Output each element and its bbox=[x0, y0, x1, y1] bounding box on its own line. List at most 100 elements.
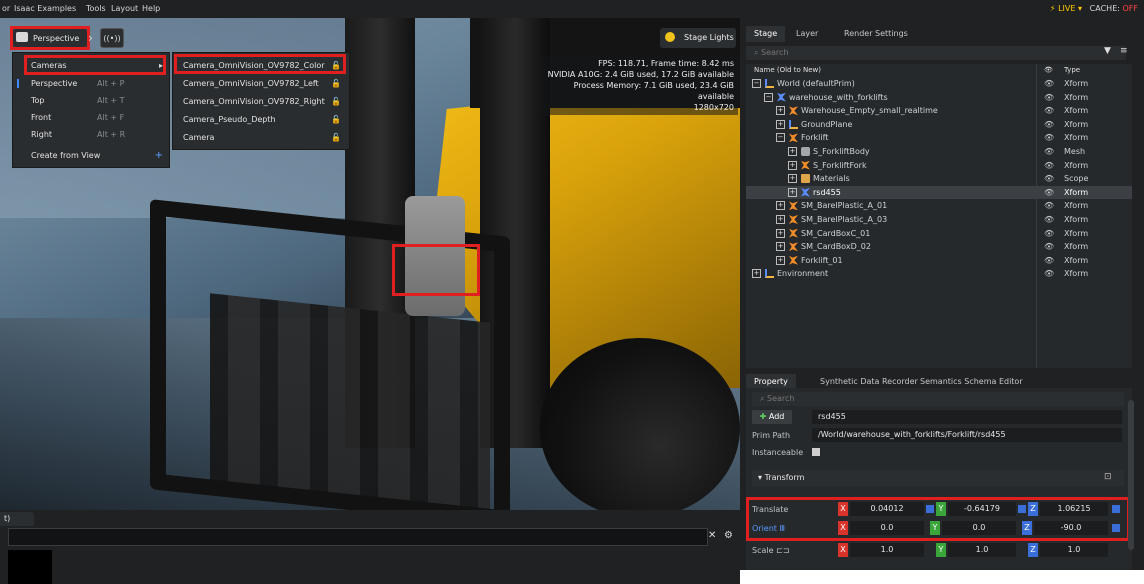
tree-row[interactable]: + Forklift_01 👁 Xform bbox=[746, 254, 1132, 267]
eye-icon[interactable]: 👁 bbox=[1044, 186, 1054, 199]
menu-item-right[interactable]: Right Alt + R bbox=[13, 126, 169, 143]
cache-indicator[interactable]: CACHE: OFF bbox=[1090, 3, 1138, 15]
console-input[interactable] bbox=[8, 528, 708, 546]
tab-stage[interactable]: Stage bbox=[746, 26, 786, 42]
tree-row-name: + GroundPlane bbox=[776, 118, 852, 131]
expand-icon[interactable]: + bbox=[788, 187, 797, 197]
instanceable-checkbox[interactable] bbox=[812, 448, 820, 456]
eye-icon[interactable]: 👁 bbox=[1044, 254, 1054, 267]
transform-label: Transform bbox=[764, 473, 805, 482]
eye-icon[interactable]: 👁 bbox=[1044, 159, 1054, 172]
property-search-input[interactable]: ⌕ Search bbox=[752, 392, 1124, 406]
expand-icon[interactable]: + bbox=[776, 255, 785, 265]
scale-x-field[interactable]: 1.0 bbox=[850, 543, 924, 557]
column-header-type[interactable]: Type bbox=[1064, 66, 1080, 74]
menu-item-top[interactable]: Top Alt + T bbox=[13, 92, 169, 109]
tree-row-label: SM_BarelPlastic_A_03 bbox=[801, 215, 888, 224]
property-scrollbar[interactable] bbox=[1128, 400, 1134, 550]
tree-row[interactable]: + rsd455 👁 Xform bbox=[746, 185, 1132, 199]
add-button[interactable]: ✚ Add bbox=[752, 410, 792, 424]
tree-row[interactable]: + S_ForkliftBody 👁 Mesh bbox=[746, 145, 1132, 158]
expand-icon[interactable]: + bbox=[788, 147, 797, 156]
tree-row[interactable]: + SM_CardBoxD_02 👁 Xform bbox=[746, 240, 1132, 253]
tab-render-settings[interactable]: Render Settings bbox=[836, 26, 916, 42]
eye-icon[interactable]: 👁 bbox=[1044, 227, 1054, 240]
tree-row[interactable]: + GroundPlane 👁 Xform bbox=[746, 118, 1132, 131]
filter-icon[interactable]: ▼ bbox=[1104, 46, 1111, 56]
transform-menu-icon[interactable]: ⊡ bbox=[1104, 472, 1112, 482]
xform-icon bbox=[789, 106, 798, 116]
eye-icon[interactable]: 👁 bbox=[1044, 91, 1054, 104]
scale-z-field[interactable]: 1.0 bbox=[1040, 543, 1108, 557]
tree-row[interactable]: − Forklift 👁 Xform bbox=[746, 131, 1132, 144]
menu-item-create-from-view[interactable]: Create from View + bbox=[13, 147, 169, 164]
expand-icon[interactable]: + bbox=[788, 160, 797, 170]
screen-margin bbox=[740, 570, 1144, 584]
submenu-item-right[interactable]: Camera_OmniVision_OV9782_Right 🔓 bbox=[173, 93, 349, 110]
prim-path-field[interactable]: /World/warehouse_with_forklifts/Forklift… bbox=[812, 428, 1122, 442]
eye-icon[interactable]: 👁 bbox=[1044, 213, 1054, 226]
eye-icon[interactable]: 👁 bbox=[1044, 145, 1054, 158]
hamburger-icon[interactable]: ≡ bbox=[1120, 46, 1128, 56]
eye-icon[interactable]: 👁 bbox=[1044, 199, 1054, 212]
transform-header[interactable]: ▾ Transform bbox=[752, 470, 1124, 486]
expand-icon[interactable]: + bbox=[776, 242, 785, 252]
menu-item-tools[interactable]: Tools bbox=[86, 4, 106, 13]
tree-row[interactable]: − warehouse_with_forklifts 👁 Xform bbox=[746, 91, 1132, 104]
submenu-item-pseudo-depth[interactable]: Camera_Pseudo_Depth 🔓 bbox=[173, 111, 349, 128]
tree-row[interactable]: + SM_BarelPlastic_A_03 👁 Xform bbox=[746, 213, 1132, 226]
gear-icon[interactable]: ⚙ bbox=[724, 530, 733, 541]
eye-icon[interactable]: 👁 bbox=[1044, 267, 1054, 280]
tree-row[interactable]: + SM_CardBoxC_01 👁 Xform bbox=[746, 227, 1132, 240]
collapse-icon[interactable]: − bbox=[752, 79, 761, 88]
tree-row[interactable]: + Warehouse_Empty_small_realtime 👁 Xform bbox=[746, 104, 1132, 117]
menu-item-perspective[interactable]: Perspective Alt + P bbox=[13, 75, 169, 92]
xform-icon bbox=[789, 228, 798, 238]
highlight-cameras bbox=[24, 55, 166, 75]
submenu-item-camera[interactable]: Camera 🔓 bbox=[173, 129, 349, 146]
tree-row-label: S_ForkliftBody bbox=[813, 147, 870, 156]
chevron-right-icon[interactable]: › bbox=[88, 28, 96, 48]
lock-icon: 🔓 bbox=[331, 79, 341, 88]
menu-item-front[interactable]: Front Alt + F bbox=[13, 109, 169, 126]
record-icon[interactable]: ((•)) bbox=[100, 28, 124, 48]
prim-name-field[interactable]: rsd455 bbox=[812, 410, 1122, 424]
xform-icon bbox=[777, 92, 786, 102]
eye-icon[interactable]: 👁 bbox=[1044, 172, 1054, 185]
axis-icon bbox=[789, 119, 798, 129]
tree-row[interactable]: + Environment 👁 Xform bbox=[746, 267, 1132, 280]
tree-row[interactable]: + Materials 👁 Scope bbox=[746, 172, 1132, 185]
bottom-tab[interactable]: t) bbox=[0, 512, 34, 526]
tree-row[interactable]: − World (defaultPrim) 👁 Xform bbox=[746, 77, 1132, 90]
expand-icon[interactable]: + bbox=[776, 228, 785, 238]
expand-icon[interactable]: + bbox=[788, 174, 797, 184]
eye-icon[interactable]: 👁 bbox=[1044, 104, 1054, 117]
eye-icon[interactable]: 👁 bbox=[1044, 77, 1054, 90]
tree-row-name: − Forklift bbox=[776, 131, 828, 144]
column-header-name[interactable]: Name (Old to New) bbox=[754, 66, 821, 74]
expand-icon[interactable]: + bbox=[776, 201, 785, 211]
expand-icon[interactable]: + bbox=[776, 106, 785, 116]
tree-row-name: + Environment bbox=[752, 267, 828, 280]
expand-icon[interactable]: + bbox=[752, 269, 761, 279]
scale-y-field[interactable]: 1.0 bbox=[948, 543, 1016, 557]
live-indicator[interactable]: ⚡ LIVE ▾ bbox=[1046, 3, 1086, 15]
tree-row[interactable]: + S_ForkliftFork 👁 Xform bbox=[746, 159, 1132, 172]
eye-icon[interactable]: 👁 bbox=[1044, 240, 1054, 253]
menu-item-isaac-examples[interactable]: Isaac Examples bbox=[14, 4, 76, 13]
tree-row[interactable]: + SM_BarelPlastic_A_01 👁 Xform bbox=[746, 199, 1132, 212]
menu-item-partial[interactable]: or bbox=[2, 4, 10, 13]
stage-search-input[interactable]: ⌕ Search bbox=[746, 46, 1126, 60]
eye-icon[interactable]: 👁 bbox=[1044, 131, 1054, 144]
tree-row-name: − warehouse_with_forklifts bbox=[764, 91, 888, 104]
menu-item-help[interactable]: Help bbox=[142, 4, 160, 13]
expand-icon[interactable]: + bbox=[776, 215, 785, 224]
submenu-item-left[interactable]: Camera_OmniVision_OV9782_Left 🔓 bbox=[173, 75, 349, 92]
collapse-icon[interactable]: − bbox=[776, 133, 785, 143]
menu-item-layout[interactable]: Layout bbox=[111, 4, 138, 13]
expand-icon[interactable]: + bbox=[776, 119, 785, 129]
tab-layer[interactable]: Layer bbox=[788, 26, 826, 42]
collapse-icon[interactable]: − bbox=[764, 92, 773, 102]
eye-icon[interactable]: 👁 bbox=[1044, 118, 1054, 131]
close-icon[interactable]: ✕ bbox=[708, 530, 716, 541]
